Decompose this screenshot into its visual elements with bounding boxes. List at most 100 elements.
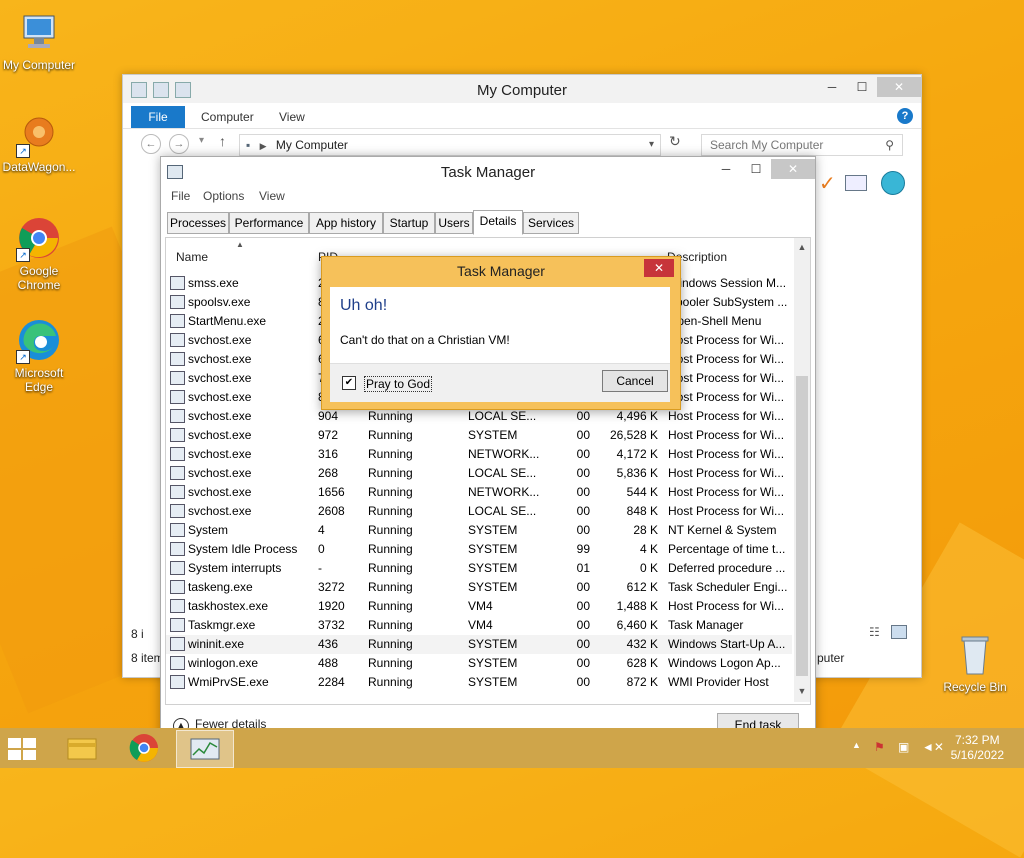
datawagon-icon: ↗ [16,112,62,158]
table-row[interactable]: taskeng.exe 3272 Running SYSTEM 00 612 K Task … [166,578,792,597]
volume-muted-icon[interactable]: ◄✕ [922,740,944,754]
scroll-down-arrow-icon[interactable]: ▼ [796,686,808,696]
tab-users[interactable]: Users [435,212,473,234]
table-row[interactable]: WmiPrvSE.exe 2284 Running SYSTEM 00 872 K WMI … [166,673,792,692]
cell-status: Running [368,618,413,632]
cell-cpu: 00 [576,504,590,518]
tab-services[interactable]: Services [523,212,579,234]
scroll-up-arrow-icon[interactable]: ▲ [796,242,808,252]
refresh-icon[interactable]: ↻ [669,133,681,150]
menu-file[interactable]: File [171,189,190,203]
cell-desc: Task Manager [668,618,744,632]
back-button[interactable]: ← [141,134,161,154]
tab-performance[interactable]: Performance [229,212,309,234]
address-bar[interactable]: ▪ ▶ My Computer ▾ [239,134,661,156]
table-row[interactable]: System interrupts - Running SYSTEM 01 0 K Defe… [166,559,792,578]
cell-user: LOCAL SE... [468,466,537,480]
start-button[interactable] [8,738,38,760]
table-row[interactable]: svchost.exe 316 Running NETWORK... 00 4,172 K… [166,445,792,464]
cell-mem: 4,496 K [616,409,658,423]
cell-pid: 904 [318,409,339,423]
tab-app-history[interactable]: App history [309,212,383,234]
window-title: My Computer [476,82,568,99]
pray-checkbox[interactable]: ✔ [342,376,356,390]
cell-desc: Task Scheduler Engi... [668,580,788,594]
table-row[interactable]: taskhostex.exe 1920 Running VM4 00 1,488 K Hos… [166,597,792,616]
tab-startup[interactable]: Startup [383,212,435,234]
ribbon-tab-computer[interactable]: Computer [201,110,254,124]
minimize-button[interactable]: ─ [711,159,741,179]
up-button[interactable]: ↑ [219,133,226,149]
maximize-button[interactable]: ☐ [847,77,877,97]
tab-processes[interactable]: Processes [167,212,229,234]
table-row[interactable]: System Idle Process 0 Running SYSTEM 99 4 K Pe… [166,540,792,559]
tab-details[interactable]: Details [473,210,523,235]
cell-status: Running [368,561,413,575]
desktop-icon-recycle-bin[interactable]: Recycle Bin [936,632,1014,694]
cell-user: VM4 [468,618,493,632]
network-icon[interactable]: ▣ [898,740,909,754]
shortcut-arrow-icon: ↗ [16,144,30,158]
process-icon [170,637,185,651]
close-button[interactable]: ✕ [771,159,815,179]
menu-options[interactable]: Options [203,189,244,203]
desktop-icon-my-computer[interactable]: My Computer [0,10,78,72]
desktop-icon-label: Recycle Bin [943,680,1007,694]
taskbar-file-explorer[interactable] [54,730,110,766]
desktop-icon-label: Google Chrome [17,264,61,292]
table-row[interactable]: winlogon.exe 488 Running SYSTEM 00 628 K Windo… [166,654,792,673]
forward-button[interactable]: → [169,134,189,154]
ribbon-tab-file[interactable]: File [131,106,185,128]
process-icon [170,618,185,632]
column-header-name[interactable]: Name [176,250,208,264]
desktop-icon-chrome[interactable]: ↗ Google Chrome [0,216,78,292]
ribbon-tab-view[interactable]: View [279,110,305,124]
globe-icon[interactable] [881,171,905,195]
close-button[interactable]: ✕ [877,77,921,97]
cell-name: svchost.exe [188,504,252,518]
taskbar-task-manager[interactable] [176,730,234,768]
table-row[interactable]: Taskmgr.exe 3732 Running VM4 00 6,460 K Task M… [166,616,792,635]
cell-user: NETWORK... [468,447,540,461]
cell-mem: 612 K [626,580,658,594]
process-icon [170,656,185,670]
desktop-icon-datawagon[interactable]: ↗ DataWagon... [0,112,78,174]
cell-name: svchost.exe [188,428,252,442]
checkmark-icon[interactable]: ✓ [819,171,836,196]
maximize-button[interactable]: ☐ [741,159,771,179]
task-manager-titlebar[interactable]: Task Manager ─ ☐ ✕ [161,157,815,185]
explorer-titlebar[interactable]: My Computer ─ ☐ ✕ [123,75,921,103]
table-row[interactable]: svchost.exe 972 Running SYSTEM 00 26,528 K Hos… [166,426,792,445]
table-row[interactable]: svchost.exe 2608 Running LOCAL SE... 00 848 K… [166,502,792,521]
search-input[interactable]: Search My Computer ⚲ [701,134,903,156]
cell-cpu: 00 [576,409,590,423]
vertical-scrollbar[interactable]: ▲ ▼ [794,238,810,702]
cell-mem: 544 K [626,485,658,499]
window-icon[interactable] [845,175,867,191]
computer-icon [16,10,62,56]
cell-mem: 872 K [626,675,658,689]
status-items-count-partial: 8 i [131,627,144,641]
action-center-flag-icon[interactable]: ⚑ [874,740,885,754]
table-row[interactable]: svchost.exe 1656 Running NETWORK... 00 544 K H… [166,483,792,502]
scrollbar-thumb[interactable] [796,376,808,676]
menu-view[interactable]: View [259,189,285,203]
dialog-close-button[interactable]: ✕ [644,259,674,277]
windows-logo-icon [23,738,36,748]
tiles-view-icon[interactable] [891,625,907,639]
cancel-button[interactable]: Cancel [602,370,668,392]
desktop-icon-edge[interactable]: ↗ Microsoft Edge [0,318,78,394]
chevron-down-icon[interactable]: ▾ [649,135,654,155]
table-row[interactable]: svchost.exe 268 Running LOCAL SE... 00 5,836 … [166,464,792,483]
pray-checkbox-label[interactable]: Pray to God [364,376,433,392]
show-hidden-icons-icon[interactable]: ▲ [852,740,861,750]
help-icon[interactable]: ? [897,108,913,124]
table-row[interactable]: System 4 Running SYSTEM 00 28 K NT Kernel & Sy… [166,521,792,540]
minimize-button[interactable]: ─ [817,77,847,97]
details-view-icon[interactable]: ☷ [869,625,880,639]
table-row[interactable]: wininit.exe 436 Running SYSTEM 00 432 K Window… [166,635,792,654]
taskbar-chrome[interactable] [116,730,172,766]
system-clock[interactable]: 7:32 PM 5/16/2022 [951,733,1004,763]
recent-dropdown-icon[interactable]: ▾ [199,135,204,146]
process-icon [170,580,185,594]
